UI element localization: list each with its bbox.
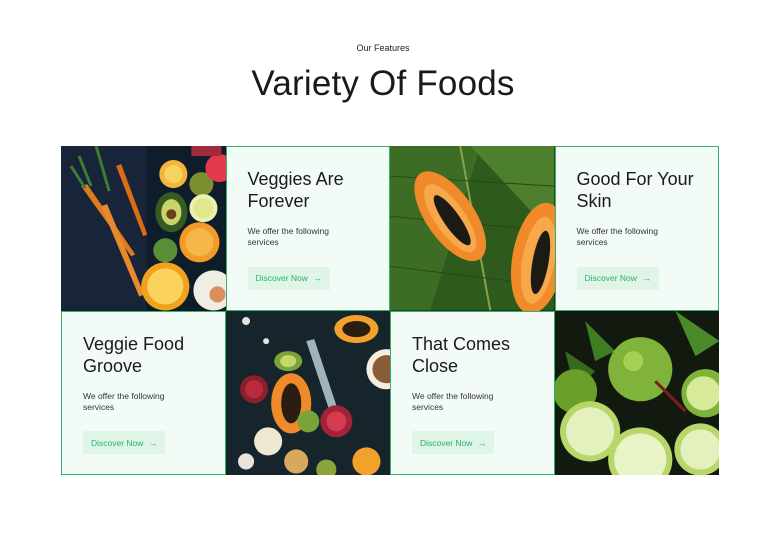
feature-card: Veggie Food Groove We offer the followin…: [61, 310, 226, 475]
arrow-right-icon: →: [148, 437, 158, 448]
discover-now-button[interactable]: Discover Now →: [412, 431, 495, 454]
card-title: That Comes Close: [412, 333, 511, 376]
card-description: We offer the following services: [576, 226, 658, 247]
vegetables-image: [61, 146, 226, 311]
button-label: Discover Now: [255, 273, 308, 283]
arrow-right-icon: →: [641, 273, 651, 283]
section-eyebrow: Our Features: [356, 43, 410, 53]
feature-card: Good For Your Skin We offer the followin…: [554, 146, 719, 311]
features-grid: Veggies Are Forever We offer the followi…: [61, 146, 719, 475]
arrow-right-icon: →: [312, 273, 322, 283]
discover-now-button[interactable]: Discover Now →: [83, 431, 166, 454]
feature-card: Veggies Are Forever We offer the followi…: [225, 146, 390, 311]
feature-card: That Comes Close We offer the following …: [390, 310, 555, 475]
card-description: We offer the following services: [247, 226, 329, 247]
arrow-right-icon: →: [477, 437, 487, 448]
button-label: Discover Now: [91, 437, 144, 448]
card-title: Good For Your Skin: [576, 169, 694, 211]
card-title: Veggie Food Groove: [83, 333, 185, 376]
section-title: Variety Of Foods: [251, 64, 515, 103]
papaya-image: [390, 146, 555, 311]
button-label: Discover Now: [584, 273, 637, 283]
fruit-platter-image: [225, 310, 390, 475]
card-description: We offer the following services: [412, 390, 494, 412]
limes-image: [554, 310, 719, 475]
card-description: We offer the following services: [83, 390, 165, 412]
card-title: Veggies Are Forever: [247, 169, 344, 211]
button-label: Discover Now: [420, 437, 473, 448]
discover-now-button[interactable]: Discover Now →: [247, 266, 330, 290]
discover-now-button[interactable]: Discover Now →: [576, 266, 659, 290]
